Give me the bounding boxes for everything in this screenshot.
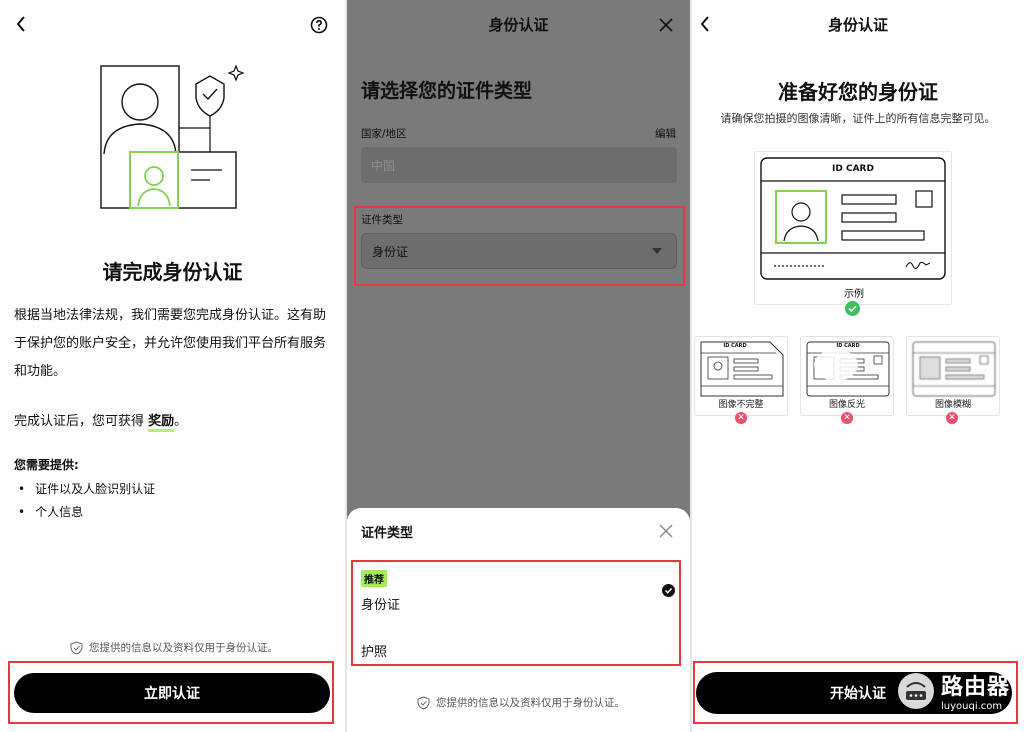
country-field[interactable]: 中国	[361, 147, 677, 183]
header-title: 身份认证	[827, 16, 888, 34]
help-circle-icon[interactable]	[308, 14, 330, 36]
bad-example-label: 图像反光	[828, 400, 865, 410]
router-logo-icon	[897, 672, 934, 709]
card-title: ID CARD	[836, 343, 860, 349]
watermark: 路由器 luyouqi.com	[897, 669, 1010, 712]
reward-link[interactable]: 奖励	[148, 414, 175, 432]
example-card: ID CARD 示例	[754, 151, 952, 305]
close-icon[interactable]	[655, 14, 677, 36]
privacy-note: 您提供的信息以及资料仅用于身份认证。	[70, 640, 278, 655]
sheet-title: 证件类型	[361, 526, 414, 541]
caret-down-icon	[652, 248, 662, 254]
bad-example-blurry: 图像模糊	[906, 336, 1000, 416]
selected-check-icon	[661, 583, 675, 597]
edit-link[interactable]: 编辑	[655, 126, 676, 141]
requirements-list: 证件以及人脸识别认证 个人信息	[18, 478, 155, 524]
card-title: ID CARD	[832, 164, 874, 174]
page-title: 请完成身份认证	[102, 260, 243, 284]
privacy-note-text: 您提供的信息以及资料仅用于身份认证。	[436, 697, 625, 709]
privacy-note-text: 您提供的信息以及资料仅用于身份认证。	[89, 642, 278, 654]
option-id-card[interactable]: 身份证	[361, 594, 400, 613]
id-card-blurry-icon	[912, 341, 996, 397]
doc-type-value: 身份证	[372, 244, 409, 259]
bad-example-glare: ID CARD 图像反光	[800, 336, 894, 416]
screen-prepare-id: 身份认证 准备好您的身份证 请确保您拍摄的图像清晰，证件上的所有信息完整可见。 …	[692, 0, 1024, 732]
privacy-note: 您提供的信息以及资料仅用于身份认证。	[417, 695, 625, 710]
option-passport[interactable]: 护照	[361, 641, 387, 660]
watermark-domain: luyouqi.com	[940, 701, 1003, 712]
identity-illustration-icon	[100, 64, 245, 209]
country-label: 国家/地区	[361, 128, 407, 140]
page-subtitle: 请确保您拍摄的图像清晰，证件上的所有信息完整可见。	[720, 112, 996, 125]
doc-type-select[interactable]: 身份证	[361, 233, 677, 269]
id-card-illustration-icon	[760, 157, 946, 280]
screen-intro: 请完成身份认证 根据当地法律法规，我们需要您完成身份认证。这有助于保护您的账户安…	[0, 0, 345, 732]
shield-check-icon	[417, 695, 430, 710]
list-item: 个人信息	[18, 501, 155, 524]
sheet-close-icon[interactable]	[655, 520, 677, 542]
reward-prefix: 完成认证后，您可获得	[14, 414, 149, 429]
back-chevron-icon[interactable]	[10, 12, 32, 36]
bad-example-label: 图像模糊	[934, 400, 971, 410]
watermark-text: 路由器 luyouqi.com	[941, 669, 1010, 712]
requirements-heading: 您需要提供:	[14, 458, 79, 472]
bad-example-label: 图像不完整	[718, 400, 764, 410]
card-title: ID CARD	[723, 343, 747, 349]
reward-suffix: 。	[174, 414, 188, 429]
bottom-sheet: 证件类型 推荐 身份证 护照 您提供的信息以及资料仅用于身份认证。	[347, 508, 690, 732]
verify-now-button[interactable]: 立即认证	[14, 673, 330, 713]
id-card-glare-icon	[806, 341, 890, 397]
shield-check-icon	[70, 640, 83, 655]
bad-example-incomplete: ID CARD 图像不完整	[694, 336, 788, 416]
screen-document-type: 身份认证 请选择您的证件类型 国家/地区 编辑 中国 证件类型 身份证 证件类型…	[347, 0, 690, 732]
page-heading: 准备好您的身份证	[778, 80, 938, 104]
recommend-badge: 推荐	[361, 570, 387, 587]
example-label: 示例	[844, 289, 864, 300]
x-mark-icon: ✕	[735, 412, 747, 424]
page-heading: 请选择您的证件类型	[361, 80, 533, 102]
x-mark-icon: ✕	[946, 412, 958, 424]
intro-paragraph: 根据当地法律法规，我们需要您完成身份认证。这有助于保护您的账户安全，并允许您使用…	[14, 308, 327, 379]
header-title: 身份认证	[488, 16, 549, 34]
watermark-brand: 路由器	[940, 675, 1010, 700]
reward-paragraph: 完成认证后，您可获得 奖励。	[14, 408, 334, 436]
list-item: 证件以及人脸识别认证	[18, 478, 155, 501]
green-check-icon	[844, 300, 860, 316]
id-card-cropped-icon	[700, 341, 784, 397]
x-mark-icon: ✕	[841, 412, 853, 424]
doc-type-label: 证件类型	[361, 214, 403, 226]
highlight-box	[351, 560, 681, 666]
